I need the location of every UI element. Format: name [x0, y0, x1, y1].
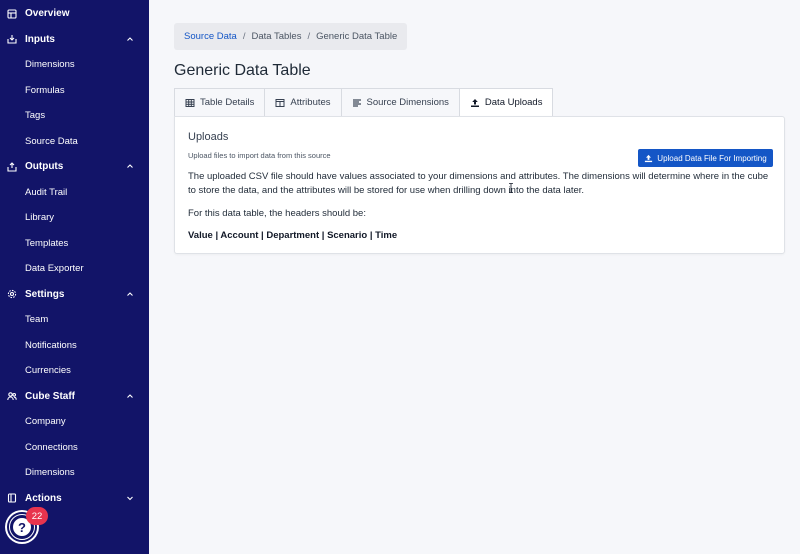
- notification-badge: 22: [26, 507, 48, 525]
- sidebar-item-staff-dimensions[interactable]: Dimensions: [0, 460, 149, 486]
- chevron-up-icon: [126, 35, 135, 44]
- sidebar-item-overview[interactable]: Overview: [0, 1, 149, 27]
- tab-source-dimensions[interactable]: Source Dimensions: [340, 88, 459, 117]
- tab-bar: Table Details Attributes Source Dimensio…: [174, 88, 554, 117]
- sidebar-item-audit-trail[interactable]: Audit Trail: [0, 180, 149, 206]
- sidebar-item-formulas[interactable]: Formulas: [0, 78, 149, 104]
- chevron-up-icon: [126, 290, 135, 299]
- chevron-up-icon: [126, 392, 135, 401]
- gear-icon: [6, 288, 18, 300]
- headers-note: For this data table, the headers should …: [188, 208, 366, 219]
- text-cursor-icon: [509, 183, 513, 193]
- grid-icon: [6, 8, 18, 20]
- columns-icon: [275, 98, 285, 108]
- required-headers: Value | Account | Department | Scenario …: [188, 230, 398, 241]
- breadcrumb-separator: /: [307, 31, 311, 42]
- sidebar-item-currencies[interactable]: Currencies: [0, 358, 149, 384]
- uploads-title: Uploads: [188, 131, 229, 143]
- list-icon: [352, 98, 362, 108]
- sidebar-section-inputs[interactable]: Inputs: [0, 27, 149, 53]
- upload-button-label: Upload Data File For Importing: [657, 153, 767, 163]
- table-icon: [185, 98, 195, 108]
- sidebar-item-team[interactable]: Team: [0, 307, 149, 333]
- sidebar-item-label: Overview: [25, 8, 70, 20]
- breadcrumb-separator: /: [242, 31, 246, 42]
- breadcrumb-link-source-data[interactable]: Source Data: [184, 31, 237, 42]
- breadcrumb-item-data-tables[interactable]: Data Tables: [251, 31, 301, 42]
- upload-data-file-button[interactable]: Upload Data File For Importing: [638, 149, 773, 167]
- sidebar-section-cube-staff[interactable]: Cube Staff: [0, 384, 149, 410]
- tab-attributes[interactable]: Attributes: [264, 88, 341, 117]
- uploads-description: The uploaded CSV file should have values…: [188, 171, 769, 196]
- uploads-panel: Uploads Upload files to import data from…: [174, 116, 785, 254]
- upload-icon: [644, 154, 653, 163]
- tab-label: Attributes: [290, 97, 331, 108]
- sidebar-section-label: Cube Staff: [25, 390, 75, 402]
- sidebar-section-label: Inputs: [25, 33, 55, 45]
- chevron-down-icon: [126, 494, 135, 503]
- sidebar-section-label: Outputs: [25, 161, 64, 173]
- sidebar-item-connections[interactable]: Connections: [0, 435, 149, 461]
- sidebar-section-settings[interactable]: Settings: [0, 282, 149, 308]
- tab-label: Data Uploads: [484, 97, 543, 108]
- tab-table-details[interactable]: Table Details: [174, 88, 265, 117]
- tab-label: Table Details: [200, 97, 255, 108]
- sidebar-section-actions[interactable]: Actions: [0, 486, 149, 512]
- tab-label: Source Dimensions: [366, 97, 449, 108]
- chevron-up-icon: [126, 162, 135, 171]
- book-icon: [6, 492, 18, 504]
- sidebar-item-source-data[interactable]: Source Data: [0, 129, 149, 155]
- breadcrumb: Source Data / Data Tables / Generic Data…: [174, 23, 408, 50]
- upload-icon: [470, 98, 480, 108]
- sidebar-item-dimensions[interactable]: Dimensions: [0, 52, 149, 78]
- export-icon: [6, 161, 18, 173]
- page-title: Generic Data Table: [174, 62, 311, 79]
- sidebar-item-data-exporter[interactable]: Data Exporter: [0, 256, 149, 282]
- sidebar: Overview Inputs Dimensions Formulas Tags…: [0, 0, 149, 554]
- sidebar-section-label: Settings: [25, 288, 65, 300]
- sidebar-item-company[interactable]: Company: [0, 409, 149, 435]
- users-icon: [6, 390, 18, 402]
- sidebar-section-outputs[interactable]: Outputs: [0, 154, 149, 180]
- sidebar-section-label: Actions: [25, 492, 62, 504]
- sidebar-item-library[interactable]: Library: [0, 205, 149, 231]
- uploads-subtitle: Upload files to import data from this so…: [188, 151, 331, 160]
- breadcrumb-item-current: Generic Data Table: [316, 31, 398, 42]
- sidebar-item-notifications[interactable]: Notifications: [0, 333, 149, 359]
- sidebar-item-tags[interactable]: Tags: [0, 103, 149, 129]
- inbox-icon: [6, 33, 18, 45]
- sidebar-item-templates[interactable]: Templates: [0, 231, 149, 257]
- tab-data-uploads[interactable]: Data Uploads: [458, 88, 554, 117]
